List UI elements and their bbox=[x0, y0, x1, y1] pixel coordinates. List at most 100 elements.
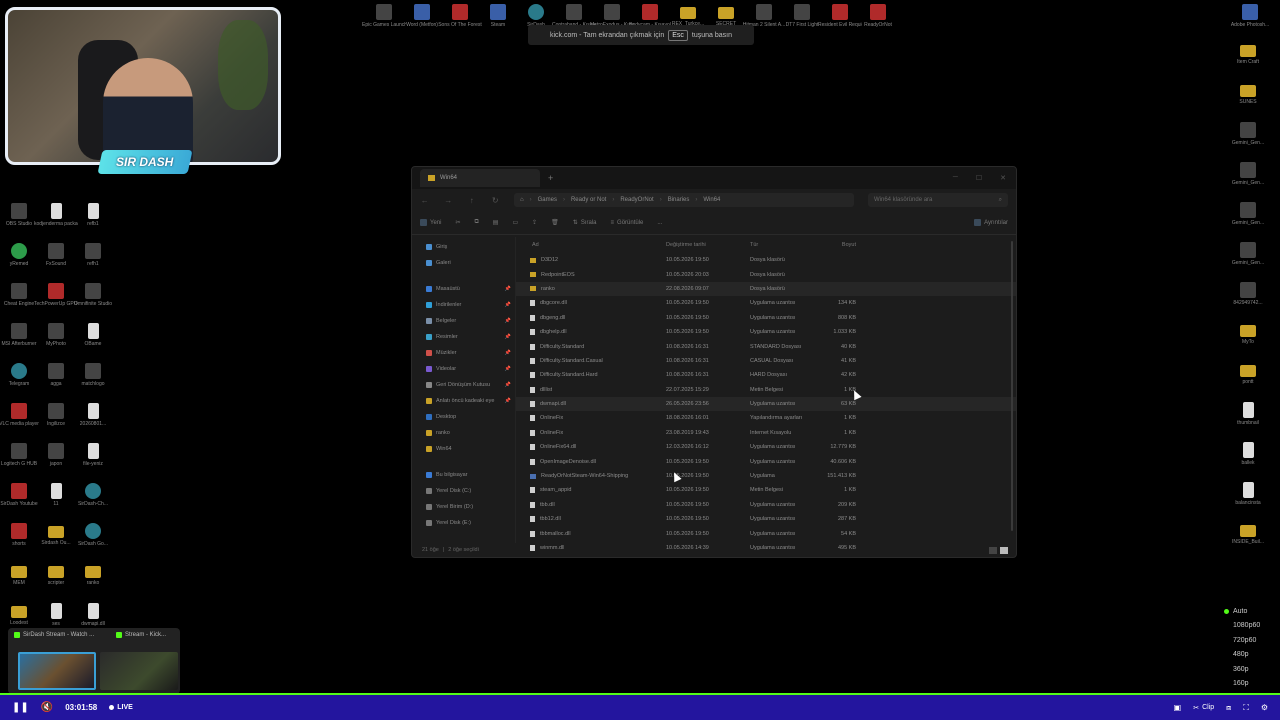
explorer-tab[interactable]: Win64 bbox=[420, 169, 540, 187]
desktop-icon[interactable]: balancinsta bbox=[1226, 482, 1270, 506]
breadcrumb-item[interactable]: Win64 bbox=[703, 197, 720, 203]
close-button[interactable]: ✕ bbox=[1000, 174, 1006, 182]
details-button[interactable]: Ayrıntılar bbox=[974, 219, 1008, 226]
nav-item-quick[interactable]: Geri Dönüşüm Kutusu 📌 bbox=[416, 377, 511, 393]
file-row[interactable]: D3D12 10.05.2026 19:50 Dosya klasörü bbox=[516, 253, 1016, 267]
desktop-icon[interactable]: dwmapi.dll bbox=[71, 603, 115, 627]
file-row[interactable]: RedpointEOS 10.05.2026 20:03 Dosya klasörü bbox=[516, 267, 1016, 281]
nav-item-drive[interactable]: Yerel Birim (D:) bbox=[416, 499, 511, 515]
pause-icon[interactable]: ❚❚ bbox=[12, 702, 29, 713]
quality-option[interactable]: 480p bbox=[1224, 648, 1266, 663]
nav-item-quick[interactable]: İndirilenler 📌 bbox=[416, 297, 511, 313]
quality-option[interactable]: 720p60 bbox=[1224, 633, 1266, 648]
desktop-icon[interactable]: 842949742... bbox=[1226, 282, 1270, 306]
desktop-icon[interactable]: Gemini_Gen... bbox=[1226, 202, 1270, 226]
clip-button[interactable]: ✂ Clip bbox=[1193, 704, 1214, 712]
file-row[interactable]: dbghelp.dll 10.05.2026 19:50 Uygulama uzan… bbox=[516, 325, 1016, 339]
desktop-icon[interactable]: SUNES bbox=[1226, 82, 1270, 105]
column-date[interactable]: Değiştirme tarihi bbox=[666, 242, 750, 248]
breadcrumb[interactable]: ⌂ › Games › Ready or Not › ReadyOrNot › Binaries… bbox=[514, 193, 854, 207]
desktop-icon[interactable]: refb1 bbox=[71, 203, 115, 227]
desktop-icon[interactable]: MyTo bbox=[1226, 322, 1270, 345]
view-button[interactable]: ≡ Görüntüle bbox=[611, 220, 644, 226]
tiles-view-icon[interactable] bbox=[1000, 546, 1008, 554]
file-row[interactable]: steam_appid 10.05.2026 19:50 Metin Belgesi… bbox=[516, 483, 1016, 497]
nav-item-quick[interactable]: Desktop bbox=[416, 409, 511, 425]
column-name[interactable]: Ad bbox=[516, 242, 666, 248]
file-row[interactable]: OnlineFix 18.08.2026 16:01 Yapılandırma ay… bbox=[516, 411, 1016, 425]
quality-option[interactable]: Auto bbox=[1224, 604, 1266, 619]
file-row[interactable]: dlllist 22.07.2025 15:29 Metin Belgesi 1 KB bbox=[516, 383, 1016, 397]
desktop-icon[interactable]: Omnifinite Studio bbox=[71, 283, 115, 307]
rename-icon[interactable]: ▭ bbox=[512, 219, 518, 226]
search-input[interactable]: Win64 klasöründe ara ⌕ bbox=[868, 193, 1008, 207]
theater-mode-icon[interactable]: ▣ bbox=[1174, 703, 1182, 712]
desktop-icon[interactable]: ranko bbox=[71, 563, 115, 586]
file-row[interactable]: tbb.dll 10.05.2026 19:50 Uygulama uzantısı… bbox=[516, 498, 1016, 512]
desktop-icon[interactable]: Gemini_Gen... bbox=[1226, 122, 1270, 146]
column-type[interactable]: Tür bbox=[750, 242, 816, 248]
desktop-icon[interactable]: Gemini_Gen... bbox=[1226, 242, 1270, 266]
quality-option[interactable]: 1080p60 bbox=[1224, 619, 1266, 634]
nav-item-quick[interactable]: Belgeler 📌 bbox=[416, 313, 511, 329]
nav-item-quick[interactable]: ranko bbox=[416, 425, 511, 441]
desktop-icon[interactable]: refh1 bbox=[71, 243, 115, 267]
nav-item-quick[interactable]: Müzikler 📌 bbox=[416, 345, 511, 361]
desktop-icon[interactable]: Gemini_Gen... bbox=[1226, 162, 1270, 186]
taskbar-thumbnails[interactable]: SirDash Stream - Watch ... Stream - Kick… bbox=[8, 628, 180, 694]
nav-item-this-pc[interactable]: Bu bilgisayar bbox=[416, 467, 511, 483]
file-row[interactable]: OpenImageDenoise.dll 10.05.2026 19:50 Uygu… bbox=[516, 454, 1016, 468]
breadcrumb-item[interactable]: Ready or Not bbox=[571, 197, 606, 203]
vertical-scrollbar[interactable] bbox=[1011, 241, 1013, 531]
file-row[interactable]: OnlineFix64.dll 12.03.2026 16:12 Uygulama … bbox=[516, 440, 1016, 454]
navigation-pane[interactable]: Giriş Galeri Masaüstü 📌 İndirilenler 📌 Belgele… bbox=[412, 237, 516, 543]
file-row[interactable]: tbb12.dll 10.05.2026 19:50 Uygulama uzantı… bbox=[516, 512, 1016, 526]
thumbnail-preview-2[interactable] bbox=[100, 652, 178, 690]
miniplayer-icon[interactable]: ⧈ bbox=[1226, 703, 1231, 713]
column-size[interactable]: Boyut bbox=[816, 242, 856, 248]
file-row[interactable]: Difficulty.Standard 10.08.2026 16:31 STAND… bbox=[516, 339, 1016, 353]
desktop-icon[interactable]: ballek bbox=[1226, 442, 1270, 466]
desktop-icon[interactable]: ReadyOrNot bbox=[856, 4, 900, 28]
cut-icon[interactable]: ✂ bbox=[455, 219, 460, 226]
settings-gear-icon[interactable]: ⚙ bbox=[1261, 703, 1268, 712]
mute-icon[interactable]: 🔇 bbox=[41, 702, 53, 713]
file-row[interactable]: Difficulty.Standard.Hard 10.08.2026 16:31… bbox=[516, 368, 1016, 382]
desktop-icon[interactable]: Adobe Photosh... bbox=[1228, 4, 1272, 28]
file-row[interactable]: ReadyOrNotSteam-Win64-Shipping 10.05.2026… bbox=[516, 469, 1016, 483]
desktop-icon[interactable]: SirDash Go... bbox=[71, 523, 115, 547]
thumbnail-preview-1[interactable] bbox=[18, 652, 96, 690]
maximize-button[interactable]: ☐ bbox=[976, 174, 982, 182]
nav-item-quick[interactable]: Videolar 📌 bbox=[416, 361, 511, 377]
desktop-icon[interactable]: INSIDE_Buil... bbox=[1226, 522, 1270, 545]
quality-menu[interactable]: Auto 1080p60 720p60 480p 360p 160p bbox=[1224, 604, 1266, 691]
details-view-icon[interactable] bbox=[989, 546, 997, 554]
new-button[interactable]: Yeni bbox=[420, 219, 441, 226]
nav-item-quick[interactable]: Win64 bbox=[416, 441, 511, 457]
breadcrumb-item[interactable]: ReadyOrNot bbox=[620, 197, 653, 203]
file-row[interactable]: OnlineFix 23.08.2019 19:43 Internet Kısayo… bbox=[516, 426, 1016, 440]
nav-item-quick[interactable]: Anlatı öncü kadeaki eye 📌 bbox=[416, 393, 511, 409]
back-arrow-icon[interactable]: ← bbox=[420, 196, 430, 205]
nav-item-quick[interactable]: Masaüstü 📌 bbox=[416, 281, 511, 297]
sort-button[interactable]: ⇅ Sırala bbox=[573, 219, 597, 227]
file-row[interactable]: dbgcore.dll 10.05.2026 19:50 Uygulama uzan… bbox=[516, 296, 1016, 310]
nav-item-quick[interactable]: Resimler 📌 bbox=[416, 329, 511, 345]
desktop-icon[interactable]: OBame bbox=[71, 323, 115, 347]
fullscreen-icon[interactable]: ⛶ bbox=[1243, 703, 1249, 713]
file-row[interactable]: dwmapi.dll 26.05.2026 23:56 Uygulama uzant… bbox=[516, 396, 1016, 412]
explorer-titlebar[interactable]: Win64 + ─ ☐ ✕ bbox=[412, 167, 1016, 189]
desktop-icon[interactable]: matchlogo bbox=[71, 363, 115, 387]
file-row[interactable]: tbbmalloc.dll 10.05.2026 19:50 Uygulama uz… bbox=[516, 526, 1016, 540]
nav-item-home[interactable]: Giriş bbox=[416, 239, 511, 255]
minimize-button[interactable]: ─ bbox=[953, 174, 958, 182]
breadcrumb-item[interactable]: Games bbox=[538, 197, 557, 203]
quality-option[interactable]: 360p bbox=[1224, 662, 1266, 677]
nav-item-drive[interactable]: Yerel Disk (C:) bbox=[416, 483, 511, 499]
delete-icon[interactable]: 🗑 bbox=[551, 219, 559, 226]
desktop-icon[interactable]: Item Craft bbox=[1226, 42, 1270, 65]
desktop-icon[interactable]: thumbnail bbox=[1226, 402, 1270, 426]
this-pc-icon[interactable]: ⌂ bbox=[520, 197, 524, 203]
copy-icon[interactable]: ⧉ bbox=[475, 219, 479, 226]
file-row[interactable]: dbgeng.dll 10.05.2026 19:50 Uygulama uzant… bbox=[516, 311, 1016, 325]
